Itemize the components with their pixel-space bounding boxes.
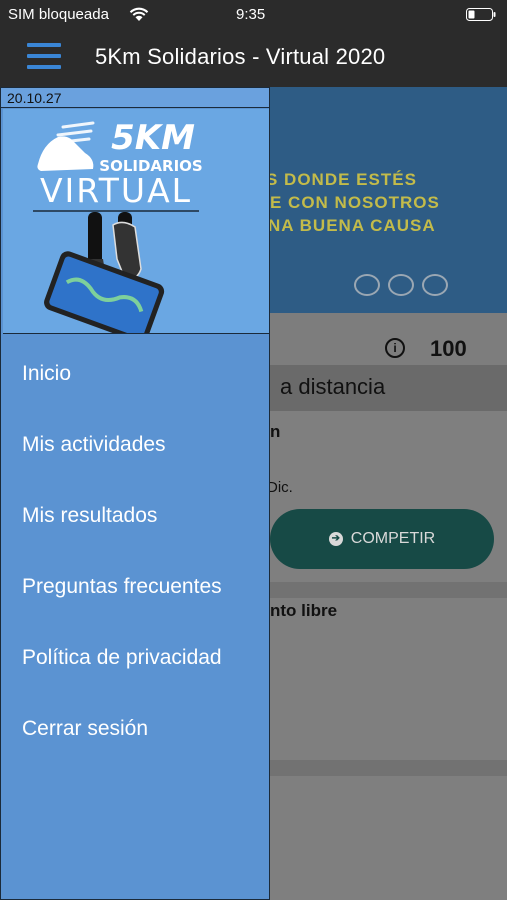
hero-line-3: NA BUENA CAUSA: [268, 216, 436, 235]
runner-logo-illustration: 5KM SOLIDARIOS VIRTUAL: [33, 118, 203, 333]
points-value: 100: [430, 336, 467, 361]
logo-line-1: 5KM: [111, 118, 195, 158]
wifi-icon: [129, 7, 149, 21]
section-title-text: a distancia: [280, 374, 386, 399]
menu-item-label: Política de privacidad: [22, 646, 222, 669]
menu-icon[interactable]: [27, 43, 61, 69]
hero-banner: S DONDE ESTÉS E CON NOSOTROS NA BUENA CA…: [266, 87, 507, 313]
event-card-subtitle: n: [270, 422, 281, 441]
menu-item-inicio[interactable]: Inicio: [1, 338, 269, 409]
sponsor-logo: [354, 274, 380, 296]
hero-line-1: S DONDE ESTÉS: [266, 170, 417, 189]
menu-item-mis-actividades[interactable]: Mis actividades: [1, 409, 269, 480]
divider: [270, 582, 507, 598]
drawer-menu: Inicio Mis actividades Mis resultados Pr…: [1, 338, 269, 764]
section-title: a distancia: [270, 365, 507, 411]
points-bar: i 100: [270, 313, 507, 365]
navigation-drawer: 20.10.27 5KM SOLIDARIOS VIRTUAL Inicio M…: [0, 87, 270, 900]
menu-item-preguntas-frecuentes[interactable]: Preguntas frecuentes: [1, 551, 269, 622]
menu-item-label: Inicio: [22, 362, 72, 385]
menu-item-mis-resultados[interactable]: Mis resultados: [1, 480, 269, 551]
event-card-date: Dic.: [267, 479, 293, 496]
compete-button[interactable]: ➔ COMPETIR: [270, 509, 494, 569]
training-card: nto libre: [270, 598, 507, 760]
status-bar: SIM bloqueada 9:35: [0, 0, 507, 30]
divider: [270, 760, 507, 776]
sponsor-logos: [354, 274, 448, 296]
sponsor-logo: [422, 274, 448, 296]
menu-item-cerrar-sesion[interactable]: Cerrar sesión: [1, 693, 269, 764]
hero-line-2: E CON NOSOTROS: [270, 193, 440, 212]
app-version: 20.10.27: [1, 88, 269, 108]
clock: 9:35: [236, 6, 266, 23]
battery-icon: [466, 8, 496, 21]
menu-item-politica-privacidad[interactable]: Política de privacidad: [1, 622, 269, 693]
info-icon[interactable]: i: [385, 338, 405, 358]
menu-item-label: Cerrar sesión: [22, 717, 149, 740]
top-app-bar: 5Km Solidarios - Virtual 2020: [0, 30, 507, 87]
sponsor-logo: [388, 274, 414, 296]
carrier-label: SIM bloqueada: [8, 6, 109, 23]
menu-item-label: Mis actividades: [22, 433, 166, 456]
menu-item-label: Mis resultados: [22, 504, 158, 527]
app-title: 5Km Solidarios - Virtual 2020: [95, 44, 386, 69]
event-card: n Dic. ➔ COMPETIR: [267, 411, 507, 582]
training-card-subtitle: nto libre: [270, 601, 338, 620]
arrow-right-icon: ➔: [328, 532, 343, 546]
logo-line-3: VIRTUAL: [40, 171, 192, 210]
menu-item-label: Preguntas frecuentes: [22, 575, 222, 598]
compete-button-label: COMPETIR: [350, 530, 436, 547]
event-logo: 5KM SOLIDARIOS VIRTUAL: [3, 109, 269, 334]
